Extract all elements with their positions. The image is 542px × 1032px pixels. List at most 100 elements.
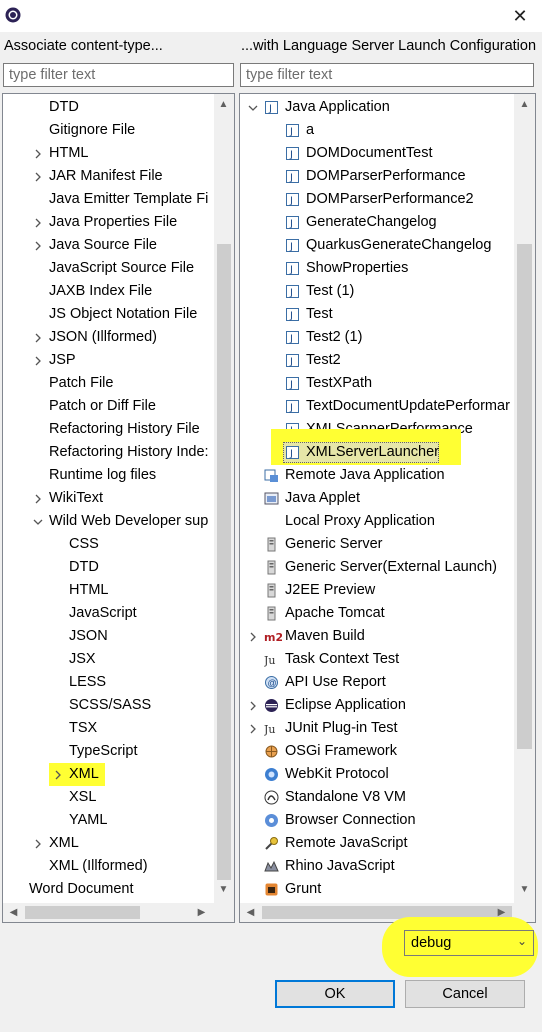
tree-item[interactable]: YAML xyxy=(3,809,213,832)
chevron-right-icon[interactable] xyxy=(33,333,43,343)
tree-item[interactable]: Generic Server(External Launch) xyxy=(240,556,514,579)
tree-item[interactable]: JAXB Index File xyxy=(3,280,213,303)
chevron-right-icon[interactable] xyxy=(33,149,43,159)
tree-item[interactable]: Gitignore File xyxy=(3,119,213,142)
tree-item[interactable]: J DOMParserPerformance2 xyxy=(240,188,514,211)
tree-item[interactable]: HTML xyxy=(3,579,213,602)
tree-item[interactable]: J Java Application xyxy=(240,96,514,119)
tree-item[interactable]: JS Object Notation File xyxy=(3,303,213,326)
tree-item[interactable]: Remote JavaScript xyxy=(240,832,514,855)
chevron-right-icon[interactable] xyxy=(33,172,43,182)
tree-item[interactable]: Wild Web Developer sup xyxy=(3,510,213,533)
chevron-right-icon[interactable] xyxy=(248,701,258,711)
scroll-left-icon[interactable]: ◀ xyxy=(242,904,259,921)
chevron-right-icon[interactable] xyxy=(33,839,43,849)
tree-item[interactable]: JavaScript xyxy=(3,602,213,625)
tree-item[interactable]: m2 Maven Build xyxy=(240,625,514,648)
tree-item[interactable]: Remote Java Application xyxy=(240,464,514,487)
tree-item[interactable]: JSX xyxy=(3,648,213,671)
left-horizontal-scrollbar[interactable]: ◀ ▶ xyxy=(3,903,234,922)
tree-item[interactable]: JavaScript Source File xyxy=(3,257,213,280)
left-vertical-scrollbar[interactable]: ▲ ▼ xyxy=(214,94,234,903)
chevron-right-icon[interactable] xyxy=(33,218,43,228)
scroll-right-icon[interactable]: ▶ xyxy=(193,904,210,921)
tree-item[interactable]: Java Properties File xyxy=(3,211,213,234)
tree-item[interactable]: Generic Server xyxy=(240,533,514,556)
chevron-right-icon[interactable] xyxy=(248,724,258,734)
tree-item[interactable]: Java Emitter Template Fi xyxy=(3,188,213,211)
tree-item[interactable]: Java Applet xyxy=(240,487,514,510)
tree-item[interactable]: J TextDocumentUpdatePerformar xyxy=(240,395,514,418)
tree-item[interactable]: Browser Connection xyxy=(240,809,514,832)
tree-item[interactable]: WebKit Protocol xyxy=(240,763,514,786)
tree-item[interactable]: J Test xyxy=(240,303,514,326)
chevron-right-icon[interactable] xyxy=(33,241,43,251)
scroll-up-icon[interactable]: ▲ xyxy=(215,96,232,113)
chevron-down-icon[interactable] xyxy=(248,103,258,113)
tree-item[interactable]: JSON xyxy=(3,625,213,648)
tree-item[interactable]: JSP xyxy=(3,349,213,372)
chevron-right-icon[interactable] xyxy=(33,356,43,366)
chevron-right-icon[interactable] xyxy=(33,494,43,504)
scroll-left-icon[interactable]: ◀ xyxy=(5,904,22,921)
tree-item[interactable]: LESS xyxy=(3,671,213,694)
tree-item[interactable]: J XMLServerLauncher xyxy=(240,429,514,465)
tree-item[interactable]: XML (Illformed) xyxy=(3,855,213,878)
tree-item[interactable]: J GenerateChangelog xyxy=(240,211,514,234)
tree-item[interactable]: Apache Tomcat xyxy=(240,602,514,625)
scroll-up-icon[interactable]: ▲ xyxy=(516,96,533,113)
tree-item[interactable]: Refactoring History Inde: xyxy=(3,441,213,464)
tree-item[interactable]: XML xyxy=(3,832,213,855)
tree-item[interactable]: DTD xyxy=(3,96,213,119)
launch-config-tree[interactable]: J Java Application Ja J DOMDocumentTest J DOMP… xyxy=(239,93,536,923)
tree-item[interactable]: Eclipse Application xyxy=(240,694,514,717)
tree-item[interactable]: J Test2 (1) xyxy=(240,326,514,349)
ok-button[interactable]: OK xyxy=(275,980,395,1008)
left-scroll-thumb[interactable] xyxy=(217,244,231,880)
tree-item[interactable]: J DOMParserPerformance xyxy=(240,165,514,188)
scroll-down-icon[interactable]: ▼ xyxy=(516,881,533,898)
tree-item[interactable]: J Test2 xyxy=(240,349,514,372)
right-scroll-thumb[interactable] xyxy=(517,244,532,749)
tree-item[interactable]: OSGi Framework xyxy=(240,740,514,763)
tree-item[interactable]: TypeScript xyxy=(3,740,213,763)
tree-item[interactable]: @ API Use Report xyxy=(240,671,514,694)
tree-item[interactable]: Standalone V8 VM xyxy=(240,786,514,809)
tree-item[interactable]: Java Source File xyxy=(3,234,213,257)
tree-item[interactable]: Patch or Diff File xyxy=(3,395,213,418)
tree-item[interactable]: CSS xyxy=(3,533,213,556)
tree-item[interactable]: J TestXPath xyxy=(240,372,514,395)
tree-item[interactable]: J2EE Preview xyxy=(240,579,514,602)
tree-item[interactable]: Word Document xyxy=(3,878,213,901)
tree-item[interactable]: TSX xyxy=(3,717,213,740)
right-vertical-scrollbar[interactable]: ▲ ▼ xyxy=(514,94,535,903)
tree-item[interactable]: DTD xyxy=(3,556,213,579)
close-icon[interactable]: ✕ xyxy=(510,6,530,26)
tree-item[interactable]: Rhino JavaScript xyxy=(240,855,514,878)
tree-item[interactable]: JAR Manifest File xyxy=(3,165,213,188)
scroll-down-icon[interactable]: ▼ xyxy=(215,881,232,898)
cancel-button[interactable]: Cancel xyxy=(405,980,525,1008)
tree-item[interactable]: J Test (1) xyxy=(240,280,514,303)
tree-item[interactable]: Refactoring History File xyxy=(3,418,213,441)
tree-item[interactable]: J QuarkusGenerateChangelog xyxy=(240,234,514,257)
tree-item[interactable]: XML xyxy=(3,763,213,786)
tree-item[interactable]: Patch File xyxy=(3,372,213,395)
tree-item[interactable]: J DOMDocumentTest xyxy=(240,142,514,165)
tree-item[interactable]: Runtime log files xyxy=(3,464,213,487)
tree-item[interactable]: XSL xyxy=(3,786,213,809)
launch-mode-select[interactable]: debug ⌄ xyxy=(404,930,534,956)
content-type-tree[interactable]: DTD Gitignore File HTML JAR Manifest File Ja… xyxy=(2,93,235,923)
tree-item[interactable]: Local Proxy Application xyxy=(240,510,514,533)
right-filter-input[interactable]: type filter text xyxy=(240,63,534,87)
tree-item[interactable]: Ju Task Context Test xyxy=(240,648,514,671)
tree-item[interactable]: Ja xyxy=(240,119,514,142)
tree-item[interactable]: SCSS/SASS xyxy=(3,694,213,717)
left-hscroll-thumb[interactable] xyxy=(25,906,140,919)
tree-item[interactable]: Ju JUnit Plug-in Test xyxy=(240,717,514,740)
tree-item[interactable]: WikiText xyxy=(3,487,213,510)
tree-item[interactable]: HTML xyxy=(3,142,213,165)
tree-item[interactable]: J ShowProperties xyxy=(240,257,514,280)
left-filter-input[interactable]: type filter text xyxy=(3,63,234,87)
tree-item[interactable]: JSON (Illformed) xyxy=(3,326,213,349)
